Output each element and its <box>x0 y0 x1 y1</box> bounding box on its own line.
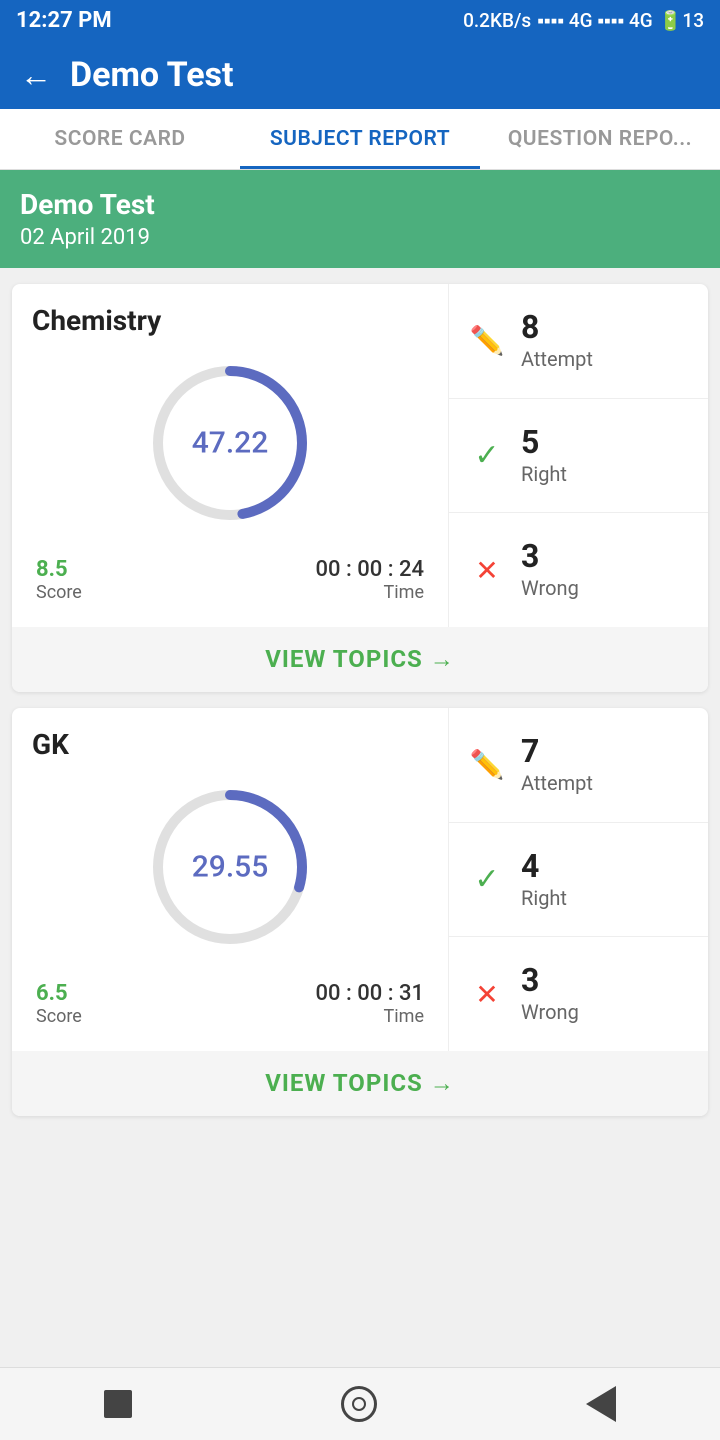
gk-title: GK <box>32 728 428 761</box>
tab-score-card[interactable]: SCORE CARD <box>0 109 240 169</box>
test-date: 02 April 2019 <box>20 225 700 250</box>
gk-right-cell: ✓ 4 Right <box>449 823 708 938</box>
chemistry-score-block: 8.5 Score <box>36 557 82 603</box>
chemistry-percentage: 47.22 <box>192 426 269 461</box>
view-topics-gk-label: VIEW TOPICS → <box>265 1069 455 1097</box>
chemistry-time-label: Time <box>316 582 425 603</box>
chemistry-right-cell: ✓ 5 Right <box>449 399 708 514</box>
gk-donut: 29.55 <box>140 777 320 957</box>
chemistry-wrong-cell: ✕ 3 Wrong <box>449 513 708 627</box>
gk-right-value: 4 <box>521 850 567 882</box>
circle-icon <box>341 1386 377 1422</box>
square-icon <box>104 1390 132 1418</box>
status-bar: 12:27 PM 0.2KB/s ▪▪▪▪ 4G ▪▪▪▪ 4G 🔋13 <box>0 0 720 41</box>
subject-card-gk: GK 29.55 6.5 Score 00 : 00 : 31 <box>12 708 708 1116</box>
chemistry-donut-wrapper: 47.22 <box>32 353 428 533</box>
gk-score-block: 6.5 Score <box>36 981 82 1027</box>
gk-right-label: Right <box>521 886 567 910</box>
view-topics-chemistry[interactable]: VIEW TOPICS → <box>12 627 708 692</box>
gk-left: GK 29.55 6.5 Score 00 : 00 : 31 <box>12 708 448 1051</box>
gk-right: ✏️ 7 Attempt ✓ 4 Right ✕ 3 Wrong <box>448 708 708 1051</box>
gk-time-block: 00 : 00 : 31 Time <box>316 981 425 1027</box>
view-topics-gk[interactable]: VIEW TOPICS → <box>12 1051 708 1116</box>
pencil-icon: ✏️ <box>469 324 505 357</box>
gk-donut-wrapper: 29.55 <box>32 777 428 957</box>
tab-bar: SCORE CARD SUBJECT REPORT QUESTION REPO.… <box>0 109 720 170</box>
chemistry-right: ✏️ 8 Attempt ✓ 5 Right ✕ 3 Wrong <box>448 284 708 627</box>
battery-icon: 🔋13 <box>659 9 704 32</box>
app-bar-title: Demo Test <box>70 55 234 95</box>
signal-icons: ▪▪▪▪ 4G ▪▪▪▪ 4G <box>537 9 653 33</box>
gk-bottom-stats: 6.5 Score 00 : 00 : 31 Time <box>32 973 428 1031</box>
chemistry-attempt-value: 8 <box>521 311 593 343</box>
chemistry-wrong-label: Wrong <box>521 576 579 600</box>
gk-time-label: Time <box>316 1006 425 1027</box>
gk-score-label: Score <box>36 1006 82 1027</box>
chemistry-donut: 47.22 <box>140 353 320 533</box>
cross-icon: ✕ <box>469 554 505 587</box>
nav-home-button[interactable] <box>341 1386 377 1422</box>
status-right: 0.2KB/s ▪▪▪▪ 4G ▪▪▪▪ 4G 🔋13 <box>463 9 704 33</box>
gk-wrong-label: Wrong <box>521 1000 579 1024</box>
back-button[interactable]: ← <box>20 56 52 94</box>
app-bar: ← Demo Test <box>0 41 720 109</box>
gk-attempt-value: 7 <box>521 735 593 767</box>
chemistry-score-value: 8.5 <box>36 557 82 582</box>
gk-score-value: 6.5 <box>36 981 82 1006</box>
chemistry-title: Chemistry <box>32 304 428 337</box>
test-name: Demo Test <box>20 188 700 221</box>
nav-square-button[interactable] <box>104 1390 132 1418</box>
test-header-banner: Demo Test 02 April 2019 <box>0 170 720 268</box>
chemistry-bottom-stats: 8.5 Score 00 : 00 : 24 Time <box>32 549 428 607</box>
tab-subject-report[interactable]: SUBJECT REPORT <box>240 109 480 169</box>
chemistry-time-block: 00 : 00 : 24 Time <box>316 557 425 603</box>
check-icon: ✓ <box>469 438 505 473</box>
subject-card-chemistry: Chemistry 47.22 8.5 Score <box>12 284 708 692</box>
chemistry-left: Chemistry 47.22 8.5 Score <box>12 284 448 627</box>
circle-inner-icon <box>352 1397 366 1411</box>
pencil-icon-gk: ✏️ <box>469 748 505 781</box>
status-time: 12:27 PM <box>16 8 112 33</box>
check-icon-gk: ✓ <box>469 862 505 897</box>
chemistry-time-value: 00 : 00 : 24 <box>316 557 425 582</box>
triangle-icon <box>586 1386 616 1422</box>
chemistry-right-value: 5 <box>521 426 567 458</box>
chemistry-right-label: Right <box>521 462 567 486</box>
chemistry-wrong-value: 3 <box>521 540 579 572</box>
view-topics-chemistry-label: VIEW TOPICS → <box>265 645 455 673</box>
bottom-nav <box>0 1367 720 1440</box>
tab-question-report[interactable]: QUESTION REPO... <box>480 109 720 169</box>
chemistry-attempt-cell: ✏️ 8 Attempt <box>449 284 708 399</box>
cross-icon-gk: ✕ <box>469 978 505 1011</box>
gk-wrong-value: 3 <box>521 964 579 996</box>
gk-wrong-cell: ✕ 3 Wrong <box>449 937 708 1051</box>
nav-back-button[interactable] <box>586 1386 616 1422</box>
gk-percentage: 29.55 <box>192 850 269 885</box>
gk-attempt-label: Attempt <box>521 771 593 795</box>
gk-attempt-cell: ✏️ 7 Attempt <box>449 708 708 823</box>
gk-time-value: 00 : 00 : 31 <box>316 981 425 1006</box>
chemistry-attempt-label: Attempt <box>521 347 593 371</box>
chemistry-score-label: Score <box>36 582 82 603</box>
network-speed: 0.2KB/s <box>463 9 531 32</box>
